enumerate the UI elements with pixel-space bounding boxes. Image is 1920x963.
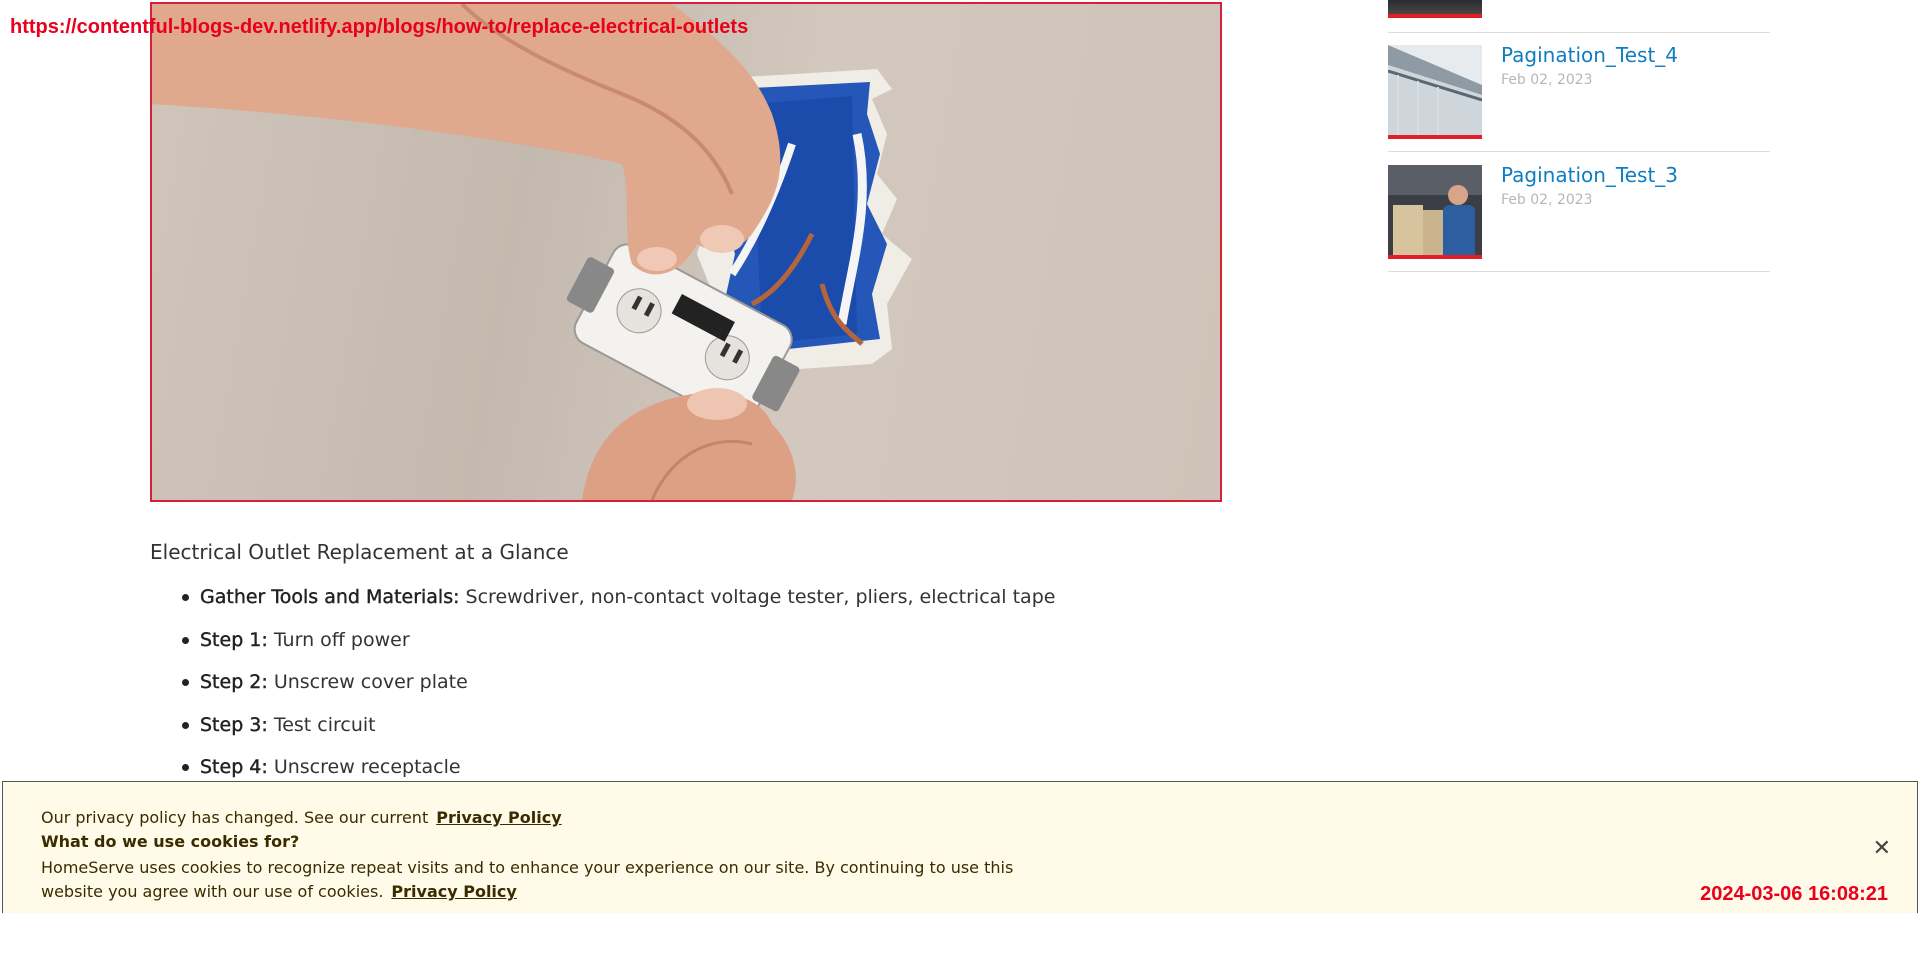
glance-heading: Electrical Outlet Replacement at a Glanc… [150,540,569,564]
privacy-policy-link[interactable]: Privacy Policy [436,808,561,827]
step-label: Step 3: [200,713,268,736]
cookie-body-text: HomeServe uses cookies to recognize repe… [41,858,1014,901]
post-title-link[interactable]: Pagination_Test_3 [1501,163,1678,187]
privacy-notice-text: Our privacy policy has changed. See our … [41,808,429,827]
step-text: Unscrew receptacle [267,756,461,778]
step-label: Step 2: [200,671,268,693]
list-item: Step 3: Test circuit [182,704,1210,747]
article-body: Electrical Outlet Replacement at a Glanc… [150,540,1210,789]
page-bottom-area [0,913,1920,963]
step-text: Turn off power [267,628,410,651]
divider [1388,151,1770,152]
list-item: Step 2: Unscrew cover plate [182,661,1210,704]
sidebar-post-item[interactable]: Pagination_Test_3 Feb 02, 2023 [1388,153,1770,259]
timestamp-overlay: 2024-03-06 16:08:21 [1700,883,1888,905]
step-label: Step 4: [200,756,268,778]
sidebar-post-item[interactable]: Pagination_Test_4 Feb 02, 2023 [1388,33,1770,139]
steps-list: Gather Tools and Materials: Screwdriver,… [150,576,1210,789]
divider [1388,271,1770,272]
hands-wiring-outlet-photo [152,4,912,500]
hero-image [150,2,1222,502]
list-item: Step 1: Turn off power [182,619,1210,662]
step-label: Step 1: [200,628,268,651]
privacy-policy-link[interactable]: Privacy Policy [391,882,516,901]
previous-post-thumbnail[interactable] [1388,0,1482,18]
post-title-link[interactable]: Pagination_Test_4 [1501,43,1678,67]
cookie-heading: What do we use cookies for? [41,832,300,851]
cookie-body: HomeServe uses cookies to recognize repe… [41,856,1051,904]
list-item: Gather Tools and Materials: Screwdriver,… [182,576,1210,619]
cookie-banner: Our privacy policy has changed. See our … [2,781,1918,913]
privacy-notice: Our privacy policy has changed. See our … [41,808,562,827]
step-label: Gather Tools and Materials: [200,586,460,608]
technician-photo[interactable] [1388,165,1482,259]
step-text: Unscrew cover plate [267,671,468,693]
url-overlay: https://contentful-blogs-dev.netlify.app… [10,16,749,38]
close-icon[interactable]: ✕ [1873,836,1891,861]
step-text: Test circuit [267,713,376,736]
house-gutter-photo[interactable] [1388,45,1482,139]
post-date: Feb 02, 2023 [1501,192,1593,208]
post-date: Feb 02, 2023 [1501,72,1593,88]
step-text: Screwdriver, non-contact voltage tester,… [459,586,1056,608]
